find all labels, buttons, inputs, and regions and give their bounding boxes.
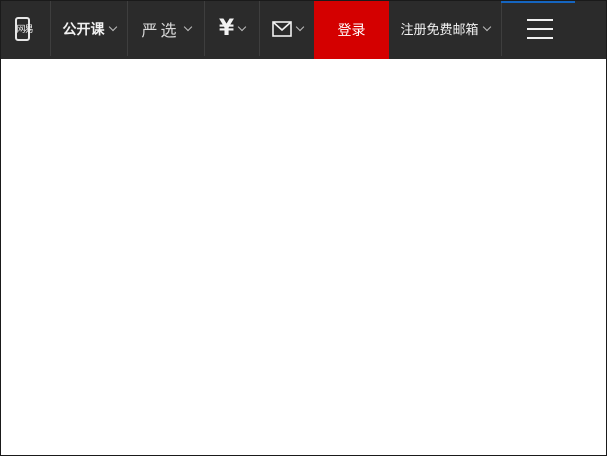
page-content: [1, 59, 606, 455]
yanxuan-label: 严选: [141, 20, 180, 40]
chevron-down-icon: [183, 22, 192, 31]
chevron-down-icon: [237, 22, 247, 31]
phone-icon: 网易: [11, 16, 41, 42]
register-free-mail-menu[interactable]: 注册免费邮箱: [389, 1, 502, 56]
chevron-down-icon: [482, 22, 491, 31]
mail-icon: [271, 20, 292, 37]
main-menu-button[interactable]: [502, 1, 578, 56]
yanxuan-menu[interactable]: 严选: [128, 1, 205, 56]
login-label: 登录: [337, 23, 366, 39]
open-courses-label: 公开课: [62, 21, 105, 38]
yen-icon: ¥: [218, 16, 235, 41]
app-icon-text: 网易: [16, 24, 34, 35]
mail-menu[interactable]: [260, 1, 314, 56]
payment-menu[interactable]: ¥: [205, 1, 260, 56]
register-label: 注册免费邮箱: [400, 23, 479, 38]
top-accent-strip: [501, 1, 575, 3]
hamburger-menu-icon: [527, 18, 553, 39]
chevron-down-icon: [108, 22, 117, 31]
login-button[interactable]: 登录: [314, 1, 389, 59]
open-courses-menu[interactable]: 公开课: [51, 1, 128, 56]
chevron-down-icon: [295, 22, 304, 31]
mobile-app-link[interactable]: 网易: [1, 1, 51, 56]
browser-viewport: 网易 公开课 严选 ¥ 登录 注册免费邮箱: [0, 0, 607, 456]
top-navigation-bar: 网易 公开课 严选 ¥ 登录 注册免费邮箱: [1, 1, 606, 59]
